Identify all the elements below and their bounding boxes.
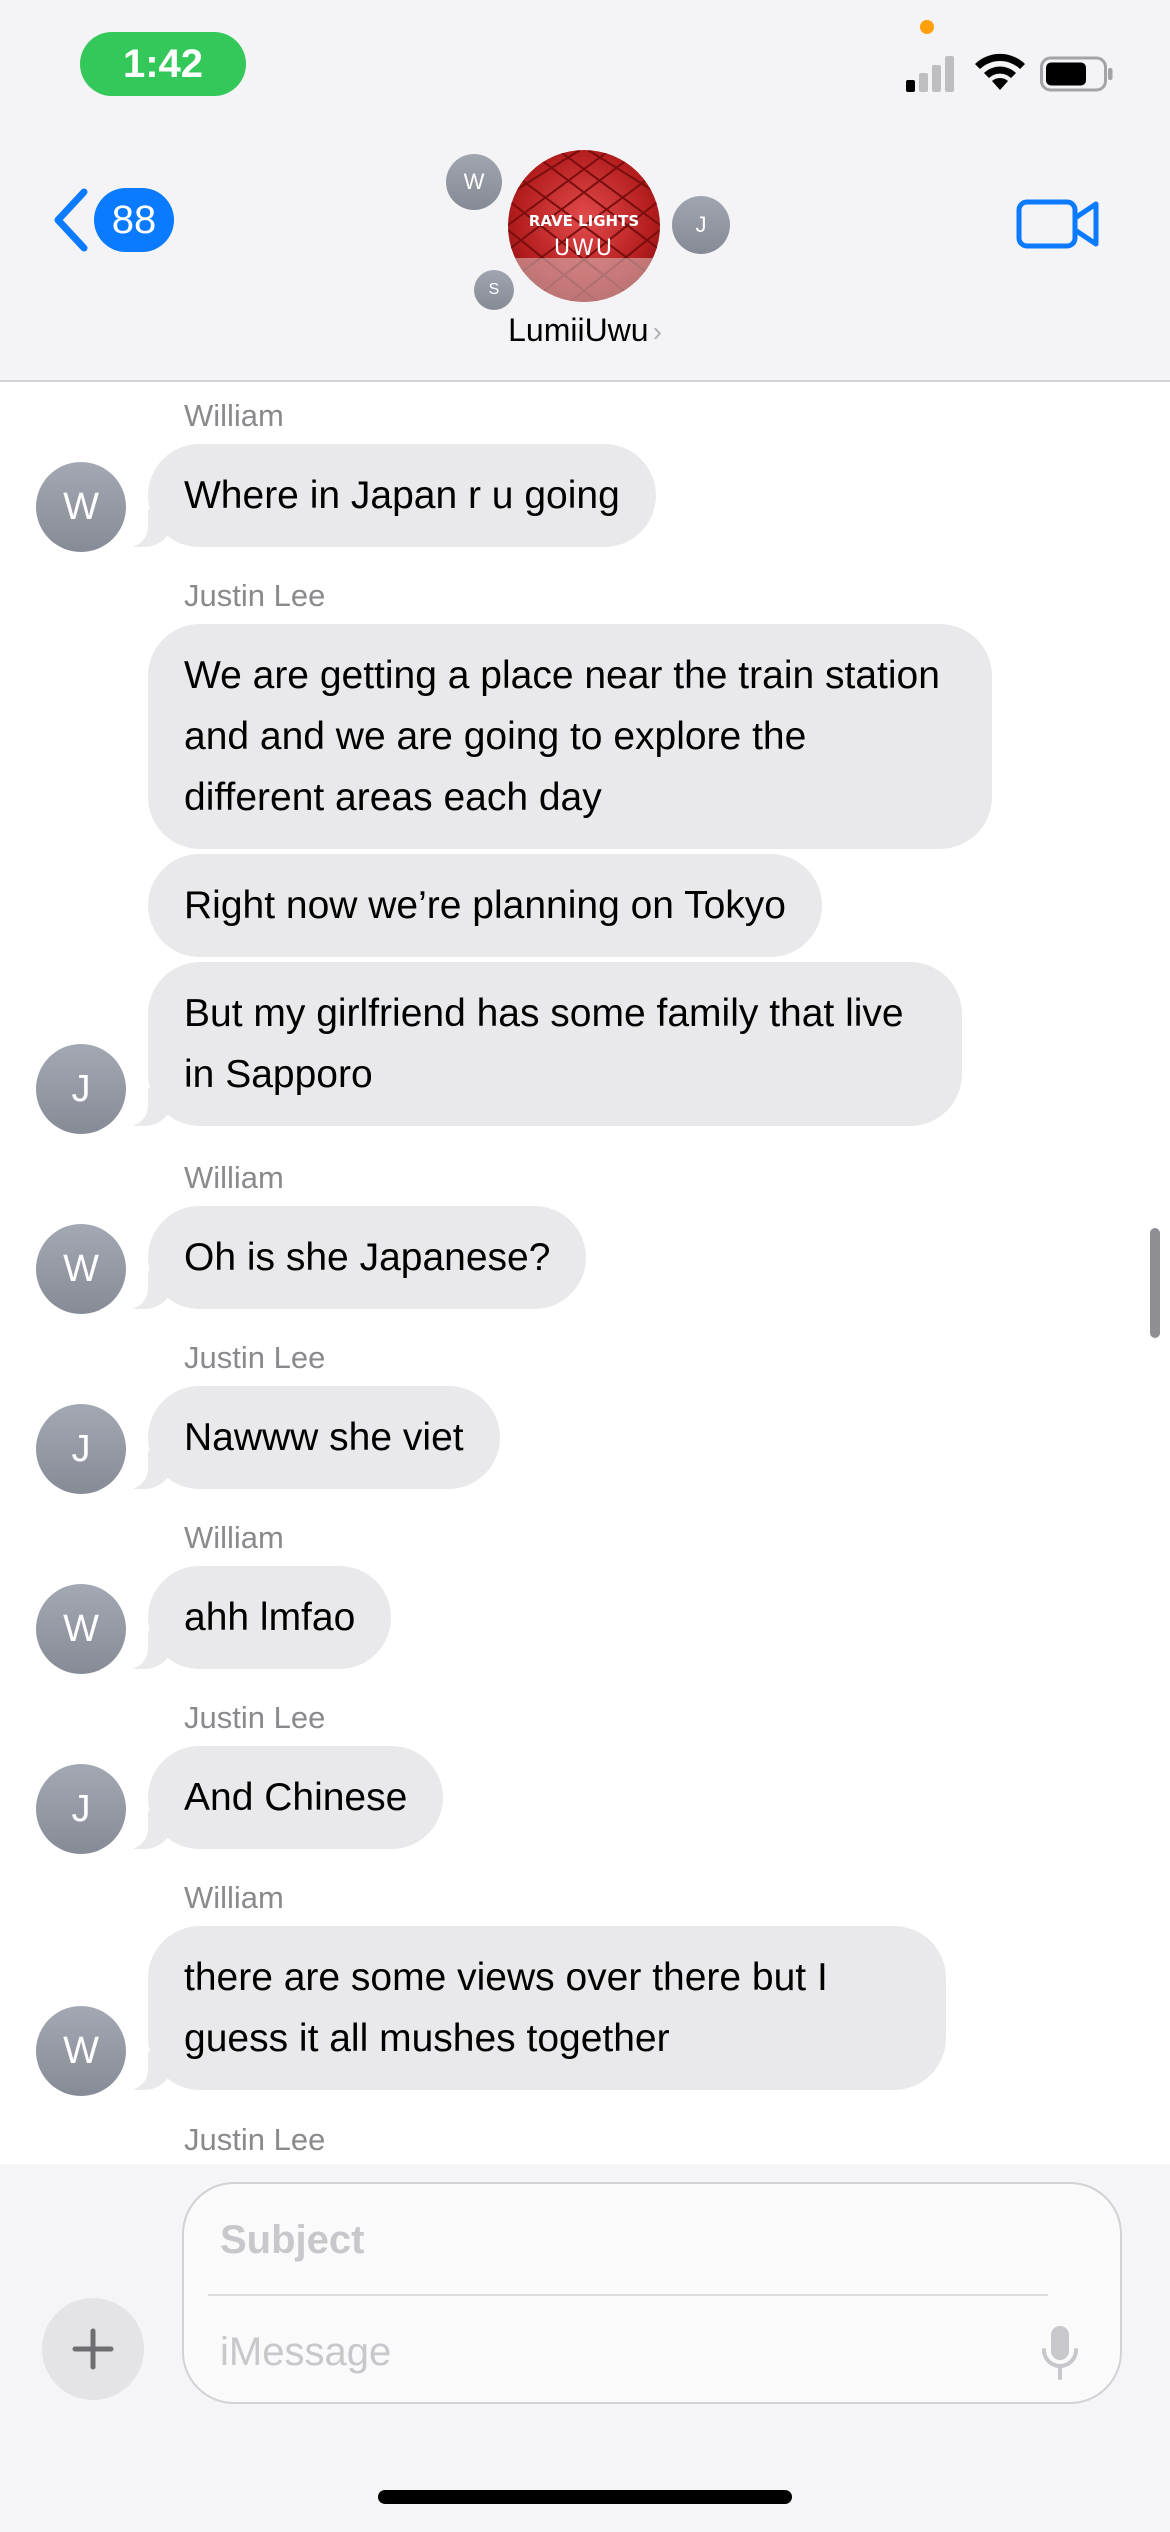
status-bar: 1:42 (0, 0, 1170, 130)
participant-avatar-w: W (446, 154, 502, 210)
microphone-icon[interactable] (1040, 2324, 1080, 2382)
video-camera-icon[interactable] (1016, 196, 1100, 252)
scroll-indicator[interactable] (1150, 1228, 1160, 1338)
conversation-header: 1:42 88 W RAVE LIGHTS UWU J S LumiiUwu › (0, 0, 1170, 382)
participant-avatar-j: J (672, 196, 730, 254)
battery-icon (1040, 56, 1113, 92)
sender-name: William (184, 1160, 284, 1195)
compose-divider (208, 2294, 1048, 2296)
chevron-right-icon: › (652, 316, 662, 347)
plus-icon (72, 2328, 114, 2370)
avatar[interactable]: J (36, 1404, 126, 1494)
avatar[interactable]: W (36, 1584, 126, 1674)
message-bubble[interactable]: And Chinese (117, 1746, 444, 1849)
message-bubble[interactable]: there are some views over there but I gu… (118, 1926, 946, 2090)
sender-name: Justin Lee (184, 1700, 326, 1735)
group-name[interactable]: LumiiUwu › (0, 312, 1170, 349)
wifi-icon (975, 53, 1025, 90)
sender-name: Justin Lee (184, 1340, 326, 1375)
participant-avatar-s: S (474, 270, 514, 310)
compose-bar (0, 2164, 1170, 2532)
avatar[interactable]: J (36, 1764, 126, 1854)
sender-name: William (184, 1520, 284, 1555)
sender-name: Justin Lee (184, 578, 326, 613)
sender-name: William (184, 1880, 284, 1915)
status-time[interactable]: 1:42 (80, 32, 246, 96)
chevron-left-icon (54, 188, 88, 252)
avatar[interactable]: W (36, 1224, 126, 1314)
message-list[interactable]: William Where in Japan r u going W Justi… (0, 384, 1170, 2164)
unread-count-badge: 88 (94, 188, 174, 252)
subject-input[interactable] (220, 2206, 1050, 2274)
message-bubble[interactable]: We are getting a place near the train st… (148, 624, 992, 849)
message-bubble[interactable]: Where in Japan r u going (118, 444, 656, 547)
avatar[interactable]: W (36, 462, 126, 552)
sender-name: Justin Lee (184, 2122, 326, 2157)
avatar[interactable]: W (36, 2006, 126, 2096)
group-avatar-text-top: RAVE LIGHTS (528, 212, 640, 230)
message-bubble[interactable]: But my girlfriend has some family that l… (118, 962, 962, 1126)
add-attachment-button[interactable] (42, 2298, 144, 2400)
message-bubble[interactable]: Right now we’re planning on Tokyo (148, 854, 822, 957)
message-bubble[interactable]: Nawww she viet (118, 1386, 500, 1489)
message-bubble[interactable]: Oh is she Japanese? (117, 1206, 587, 1309)
home-indicator[interactable] (378, 2490, 792, 2504)
avatar[interactable]: J (36, 1044, 126, 1134)
sender-name: William (184, 398, 284, 433)
message-bubble[interactable]: ahh lmfao (117, 1566, 392, 1669)
back-button[interactable]: 88 (48, 186, 174, 254)
group-name-label: LumiiUwu (508, 312, 649, 348)
cellular-signal-icon (906, 54, 958, 92)
privacy-indicator-dot (920, 20, 934, 34)
group-avatar[interactable]: RAVE LIGHTS UWU (508, 150, 660, 302)
message-compose-box[interactable] (182, 2182, 1122, 2404)
group-avatar-text-bottom: UWU (554, 236, 614, 261)
imessage-input[interactable] (220, 2318, 1000, 2386)
